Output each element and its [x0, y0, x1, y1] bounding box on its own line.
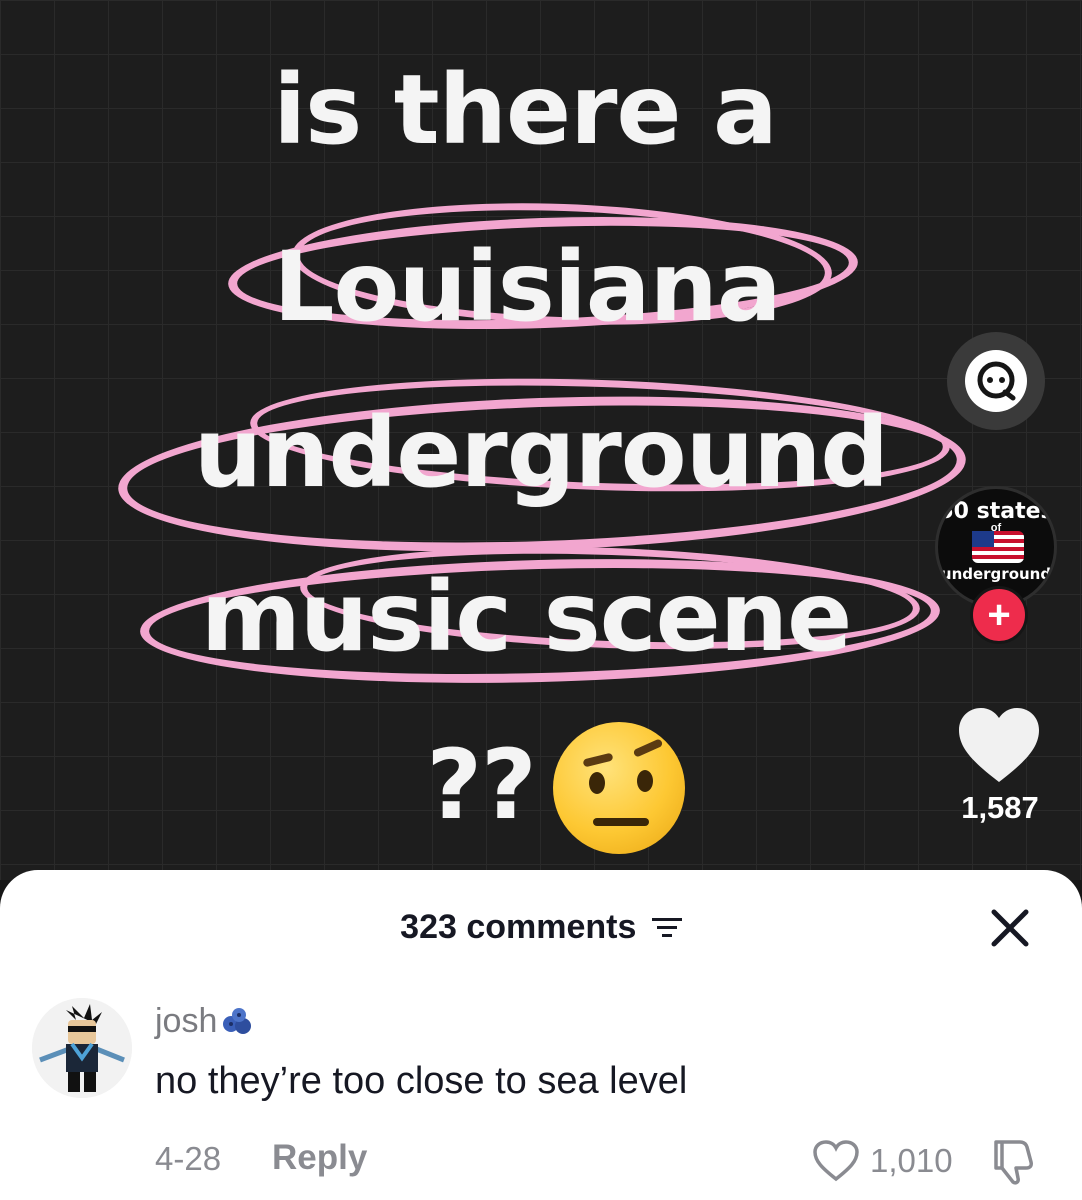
- caption-line-1: is there a: [273, 54, 777, 166]
- chat-face-icon: [977, 361, 1016, 401]
- avatar-bottom-text: underground: [940, 565, 1052, 583]
- like-heart-icon[interactable]: [955, 706, 1043, 786]
- filter-lines-icon[interactable]: [651, 910, 682, 949]
- comment-date: 4-28: [155, 1140, 222, 1177]
- close-icon: [991, 909, 1029, 947]
- ninja-avatar-icon: [32, 998, 132, 1098]
- comments-sheet: 323 comments josh no they’re too close t…: [0, 870, 1082, 1200]
- comments-count-title: 323 comments: [400, 908, 637, 946]
- video-player[interactable]: is there a Louisiana underground music s…: [0, 0, 1082, 880]
- comment-text: no they’re too close to sea level: [155, 1060, 688, 1102]
- raised-eyebrow-emoji: [553, 722, 685, 854]
- avatar-top-text: 50 states: [938, 499, 1054, 524]
- close-button[interactable]: [988, 906, 1032, 950]
- caption-line-5: ??: [426, 729, 536, 841]
- heart-outline-icon[interactable]: [812, 1140, 860, 1182]
- caption-line-3: underground: [193, 397, 889, 509]
- us-flag-icon: [972, 531, 1024, 563]
- like-count: 1,587: [961, 790, 1039, 825]
- reply-button[interactable]: Reply: [272, 1138, 367, 1178]
- comments-header: 323 comments: [0, 908, 1082, 949]
- avatar[interactable]: [32, 998, 132, 1098]
- search-chat-button[interactable]: [947, 332, 1045, 430]
- comment-like-count: 1,010: [870, 1142, 953, 1179]
- comment-username[interactable]: josh: [155, 1002, 253, 1045]
- follow-plus-button[interactable]: +: [970, 586, 1028, 644]
- caption-line-2: Louisiana: [273, 231, 781, 343]
- caption-line-4: music scene: [200, 561, 852, 673]
- blueberry-icon: [221, 1006, 253, 1045]
- dislike-icon[interactable]: [990, 1136, 1036, 1186]
- username-text: josh: [155, 1002, 218, 1040]
- plus-icon: +: [987, 593, 1011, 637]
